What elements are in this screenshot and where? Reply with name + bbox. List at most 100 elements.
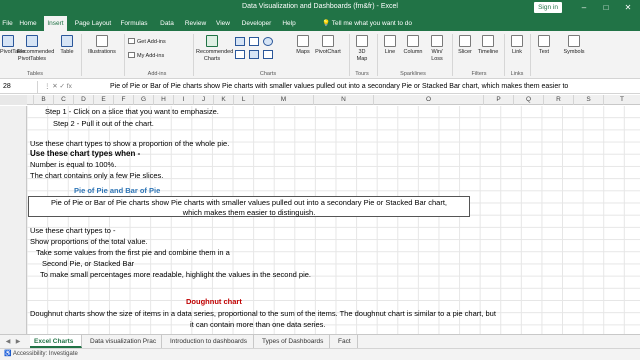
minimize-icon[interactable]: – xyxy=(578,2,590,13)
worksheet-grid[interactable]: Step 1 - Click on a slice that you want … xyxy=(0,106,640,334)
prev-sheet-icon[interactable]: ◀ xyxy=(4,336,12,348)
sparkline-line-button[interactable]: Line xyxy=(381,35,399,56)
group-sparklines-label: Sparklines xyxy=(400,71,426,77)
table-button[interactable]: Table xyxy=(59,35,75,56)
cell-pie-box[interactable]: Pie of Pie or Bar of Pie charts show Pie… xyxy=(28,196,470,217)
ribbon: PivotTable Recommended PivotTables Table… xyxy=(0,31,640,79)
column-header[interactable]: B xyxy=(33,95,53,105)
cell-doughnut-1[interactable]: Doughnut charts show the size of items i… xyxy=(30,309,496,319)
chart-type-gallery[interactable] xyxy=(233,35,288,63)
formula-bar-icons[interactable]: ⋮ ✕ ✓ fx xyxy=(44,81,72,93)
pivottable-button[interactable]: PivotTable xyxy=(0,35,25,56)
column-header[interactable]: D xyxy=(73,95,93,105)
cell-second-pie[interactable]: Second Pie, or Stacked Bar xyxy=(42,259,134,269)
column-header[interactable]: P xyxy=(483,95,513,105)
tab-file[interactable]: File xyxy=(0,16,15,31)
sparkline-winloss-button[interactable]: Win/ Loss xyxy=(428,35,446,63)
column-header[interactable]: M xyxy=(253,95,313,105)
sheet-tab-data-visualization-prac[interactable]: Data visualization Prac xyxy=(86,335,162,348)
tab-developer[interactable]: Developer xyxy=(240,16,273,31)
close-icon[interactable]: ✕ xyxy=(622,2,634,13)
omega-icon xyxy=(568,35,580,47)
hierarchy-chart-icon[interactable] xyxy=(235,50,245,59)
column-chart-icon[interactable] xyxy=(235,37,245,46)
3d-map-label: 3D Map xyxy=(356,49,368,62)
tab-help[interactable]: Help xyxy=(280,16,298,31)
3d-map-button[interactable]: 3D Map xyxy=(353,35,371,63)
cell-doughnut-2[interactable]: it can contain more than one data series… xyxy=(190,320,326,330)
cell-when-heading[interactable]: Use these chart types when - xyxy=(30,149,140,159)
tab-view[interactable]: View xyxy=(213,16,233,31)
cell-use-to[interactable]: Use these chart types to - xyxy=(30,226,115,236)
sparkline-column-button[interactable]: Column xyxy=(402,35,424,56)
accessibility-status[interactable]: Accessibility: Investigate xyxy=(13,351,78,357)
group-separator xyxy=(452,34,453,76)
column-header[interactable]: L xyxy=(233,95,253,105)
text-box-icon xyxy=(538,35,550,47)
next-sheet-icon[interactable]: ▶ xyxy=(14,336,22,348)
recommended-pivottables-button[interactable]: Recommended PivotTables xyxy=(17,35,54,63)
scatter-chart-icon[interactable] xyxy=(263,50,273,59)
illustrations-icon xyxy=(96,35,108,47)
column-header[interactable]: K xyxy=(213,95,233,105)
pie-chart-icon[interactable] xyxy=(263,37,273,46)
name-box[interactable]: 28 xyxy=(0,81,38,93)
column-header[interactable]: T xyxy=(603,95,640,105)
column-header[interactable]: S xyxy=(573,95,603,105)
sheet-tab-fact[interactable]: Fact xyxy=(334,335,358,348)
column-header[interactable]: Q xyxy=(513,95,543,105)
timeline-button[interactable]: Timeline xyxy=(476,35,500,56)
cell-take-values[interactable]: Take some values from the first pie and … xyxy=(36,248,230,258)
tab-page-layout[interactable]: Page Layout xyxy=(73,16,113,31)
addins-icon xyxy=(128,52,135,58)
pivotchart-button[interactable]: PivotChart xyxy=(313,35,343,56)
cell-when-2[interactable]: The chart contains only a few Pie slices… xyxy=(30,171,163,181)
cell-step-1[interactable]: Step 1 - Click on a slice that you want … xyxy=(45,107,219,117)
sign-in-button[interactable]: Sign in xyxy=(534,2,562,13)
tab-home[interactable]: Home xyxy=(17,16,39,31)
column-header[interactable]: E xyxy=(93,95,113,105)
recommended-charts-label: Recommended Charts xyxy=(196,49,234,62)
column-header[interactable]: G xyxy=(133,95,153,105)
sheet-tab-types-of-dashboards[interactable]: Types of Dashboards xyxy=(258,335,330,348)
maps-button[interactable]: Maps xyxy=(293,35,313,56)
statistic-chart-icon[interactable] xyxy=(249,50,259,59)
link-button[interactable]: Link xyxy=(508,35,526,56)
cell-step-2[interactable]: Step 2 - Pull it out of the chart. xyxy=(53,119,154,129)
sheet-tab-introduction-to-dashboards[interactable]: Introduction to dashboards xyxy=(166,335,254,348)
formula-input[interactable]: Pie of Pie or Bar of Pie charts show Pie… xyxy=(110,81,640,93)
cell-when-1[interactable]: Number is equal to 100%. xyxy=(30,160,116,170)
text-button[interactable]: Text xyxy=(535,35,553,56)
select-all-corner[interactable] xyxy=(0,95,27,105)
my-addins-button[interactable]: My Add-ins xyxy=(128,52,164,60)
cell-doughnut-heading[interactable]: Doughnut chart xyxy=(186,297,242,307)
tell-me-box[interactable]: 💡 Tell me what you want to do xyxy=(322,16,412,31)
column-header[interactable]: I xyxy=(173,95,193,105)
get-addins-button[interactable]: Get Add-ins xyxy=(128,38,166,46)
tab-insert[interactable]: Insert xyxy=(44,16,67,31)
tab-formulas[interactable]: Formulas xyxy=(118,16,150,31)
sparkline-column-icon xyxy=(407,35,419,47)
maximize-icon[interactable]: □ xyxy=(600,2,612,13)
slicer-button[interactable]: Slicer xyxy=(456,35,474,56)
column-header[interactable]: F xyxy=(113,95,133,105)
column-header[interactable]: J xyxy=(193,95,213,105)
cell-show-prop[interactable]: Show proportions of the total value. xyxy=(30,237,148,247)
tab-data[interactable]: Data xyxy=(157,16,177,31)
symbols-button[interactable]: Symbols xyxy=(560,35,588,56)
illustrations-button[interactable]: Illustrations xyxy=(84,35,120,56)
column-header[interactable]: N xyxy=(313,95,373,105)
sparkline-winloss-icon xyxy=(431,35,443,47)
sheet-tab-excel-charts[interactable]: Excel Charts xyxy=(30,335,82,348)
column-header[interactable]: R xyxy=(543,95,573,105)
column-header[interactable]: H xyxy=(153,95,173,105)
column-header[interactable]: C xyxy=(53,95,73,105)
cell-small-pct[interactable]: To make small percentages more readable,… xyxy=(40,270,311,280)
tab-review[interactable]: Review xyxy=(183,16,208,31)
cell-pie-heading[interactable]: Pie of Pie and Bar of Pie xyxy=(74,186,160,196)
cell-use-line[interactable]: Use these chart types to show a proporti… xyxy=(30,139,229,149)
sparkline-column-label: Column xyxy=(403,49,423,55)
recommended-charts-button[interactable]: Recommended Charts xyxy=(196,35,233,63)
column-header[interactable]: O xyxy=(373,95,483,105)
line-chart-icon[interactable] xyxy=(249,37,259,46)
